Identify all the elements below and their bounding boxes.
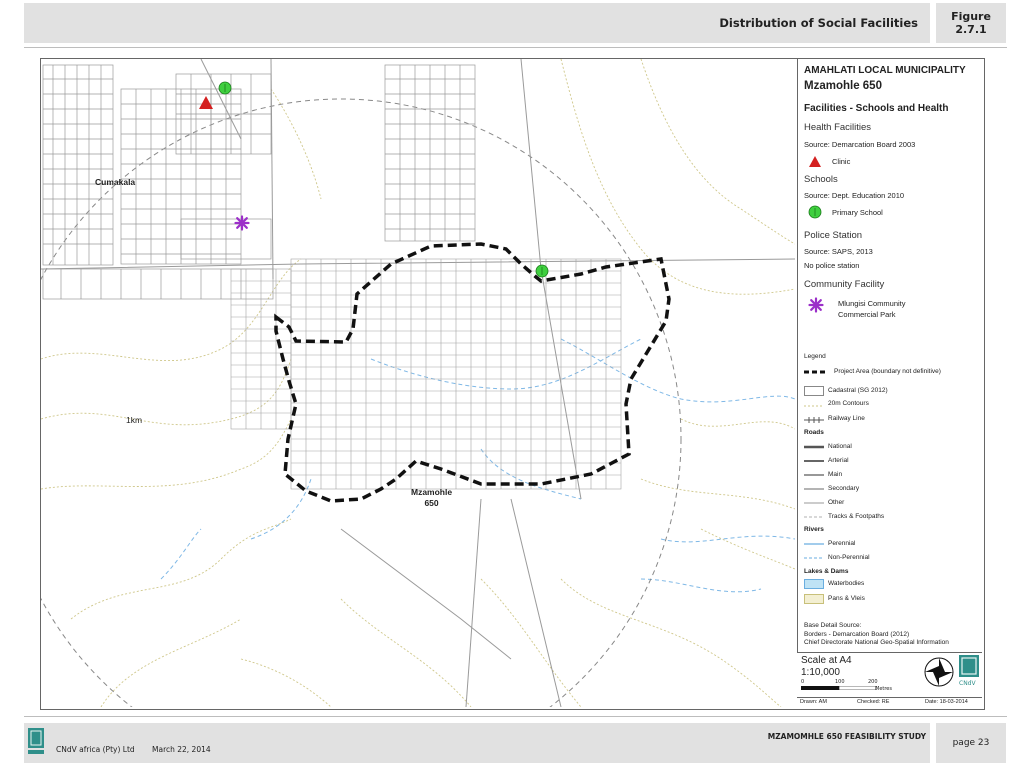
river-perennial-swatch: [804, 543, 824, 545]
scale-tick-100: 100: [835, 679, 845, 685]
pans-label: Pans & Vleis: [828, 595, 865, 602]
river-perennial-label: Perennial: [828, 540, 856, 547]
waterbody-label: Waterbodies: [828, 580, 865, 587]
figure-label-box: Figure 2.7.1: [936, 3, 1006, 43]
company-logo-icon: [28, 728, 44, 754]
page-title: Distribution of Social Facilities: [719, 16, 918, 30]
police-heading: Police Station: [804, 230, 863, 241]
contour-swatch: [804, 405, 824, 407]
project-title: Mzamohle 650: [804, 80, 882, 92]
checked-by: Checked: RE: [857, 699, 890, 705]
cadastral-cumakala: [42, 64, 274, 300]
cadastral-label: Cadastral (SG 2012): [828, 387, 888, 394]
project-area-label: Project Area (boundary not definitive): [834, 368, 941, 375]
cumakala-label: Cumakala: [95, 177, 136, 187]
road-main-label: Main: [828, 471, 843, 478]
map-canvas[interactable]: Cumakala 1km Mzamohle 650: [41, 59, 795, 707]
scale-box: Scale at A4 1:10,000 0 100 200 Metres CN…: [797, 652, 982, 708]
school-legend-label: Primary School: [832, 208, 883, 217]
footer-bar: MZAMOMHLE 650 FEASIBILITY STUDY: [24, 723, 930, 763]
road-arterial-swatch: [804, 460, 824, 462]
road-main-swatch: [804, 474, 824, 476]
lakes-heading: Lakes & Dams: [804, 568, 849, 575]
project-boundary: [274, 242, 671, 503]
scale-caption: Scale at A4: [801, 655, 852, 666]
header-divider: [24, 47, 1007, 48]
road-national-swatch: [804, 445, 824, 449]
boundary-swatch: [804, 370, 826, 374]
header-bar: Distribution of Social Facilities: [24, 3, 930, 43]
contour-label: 20m Contours: [828, 400, 869, 407]
school-icon[interactable]: [218, 81, 232, 95]
report-title: MZAMOMHLE 650 FEASIBILITY STUDY: [767, 732, 926, 741]
school-icon[interactable]: [535, 264, 549, 278]
community-facility-icon[interactable]: [234, 215, 250, 231]
road-tracks-label: Tracks & Footpaths: [828, 513, 885, 520]
cadastral-swatch: [804, 386, 824, 396]
community-heading: Community Facility: [804, 279, 885, 290]
river-nonperennial-label: Non-Perennial: [828, 554, 870, 561]
community-legend-line1: Mlungisi Community: [838, 299, 906, 308]
clinic-legend-label: Clinic: [832, 157, 851, 166]
title-block-footer: Drawn: AM Checked: RE Date: 18-03-2014: [797, 697, 982, 708]
road-lines: [41, 59, 795, 707]
scale-unit: Metres: [875, 686, 892, 692]
scale-tick-200: 200: [868, 679, 878, 685]
schools-heading: Schools: [804, 174, 838, 185]
cadastral-north: [384, 64, 476, 242]
schools-source: Source: Dept. Education 2010: [804, 191, 905, 200]
map-subtitle: Facilities - Schools and Health: [804, 103, 949, 114]
legend-panel: AMAHLATI LOCAL MUNICIPALITY Mzamohle 650…: [797, 59, 983, 707]
police-source: Source: SAPS, 2013: [804, 247, 873, 256]
road-arterial-label: Arterial: [828, 457, 849, 464]
rivers-heading: Rivers: [804, 526, 824, 533]
drawn-by: Drawn: AM: [800, 699, 827, 705]
railway-swatch: [804, 417, 824, 423]
base-source-2: Chief Directorate National Geo-Spatial I…: [804, 639, 949, 646]
figure-label: Figure: [951, 10, 991, 23]
health-heading: Health Facilities: [804, 122, 872, 133]
mzamohle-label-line2: 650: [424, 498, 439, 508]
road-other-label: Other: [828, 499, 845, 506]
community-legend-icon: [808, 297, 824, 313]
clinic-legend-icon: [809, 156, 821, 167]
contour-lines: [41, 59, 795, 707]
road-national-label: National: [828, 443, 852, 450]
footer-divider: [24, 716, 1007, 717]
company-name: CNdV africa (Pty) Ltd: [56, 745, 135, 754]
scale-bar: [801, 686, 877, 690]
school-legend-icon: [808, 205, 822, 219]
base-source-heading: Base Detail Source:: [804, 622, 862, 629]
road-secondary-label: Secondary: [828, 485, 860, 492]
cndv-logo-text: CNdV: [959, 680, 976, 687]
roads-heading: Roads: [804, 429, 824, 436]
report-date: March 22, 2014: [152, 745, 211, 754]
cndv-logo-icon: [959, 655, 979, 677]
community-legend-line2: Commercial Park: [838, 310, 896, 319]
radius-label: 1km: [126, 415, 143, 425]
mzamohle-label: Mzamohle 650: [411, 487, 452, 509]
police-note: No police station: [804, 261, 860, 270]
river-nonperennial-swatch: [804, 557, 824, 559]
pans-swatch: [804, 594, 824, 604]
cadastral-project: [230, 258, 622, 490]
drawing-date: Date: 18-03-2014: [925, 699, 968, 705]
health-source: Source: Demarcation Board 2003: [804, 140, 916, 149]
municipality-title: AMAHLATI LOCAL MUNICIPALITY: [804, 65, 966, 76]
scale-tick-0: 0: [801, 679, 805, 685]
road-secondary-swatch: [804, 488, 824, 490]
base-source-1: Borders - Demarcation Board (2012): [804, 631, 910, 638]
road-other-swatch: [804, 502, 824, 504]
north-arrow-icon: [924, 657, 954, 687]
clinic-icon[interactable]: [198, 95, 214, 110]
waterbody-swatch: [804, 579, 824, 589]
mzamohle-label-line1: Mzamohle: [411, 487, 453, 497]
scale-ratio: 1:10,000: [801, 667, 840, 678]
legend-heading: Legend: [804, 353, 826, 360]
railway-label: Railway Line: [828, 415, 865, 422]
figure-number: 2.7.1: [955, 23, 987, 36]
page-number: page 23: [936, 723, 1006, 763]
road-tracks-swatch: [804, 516, 824, 518]
